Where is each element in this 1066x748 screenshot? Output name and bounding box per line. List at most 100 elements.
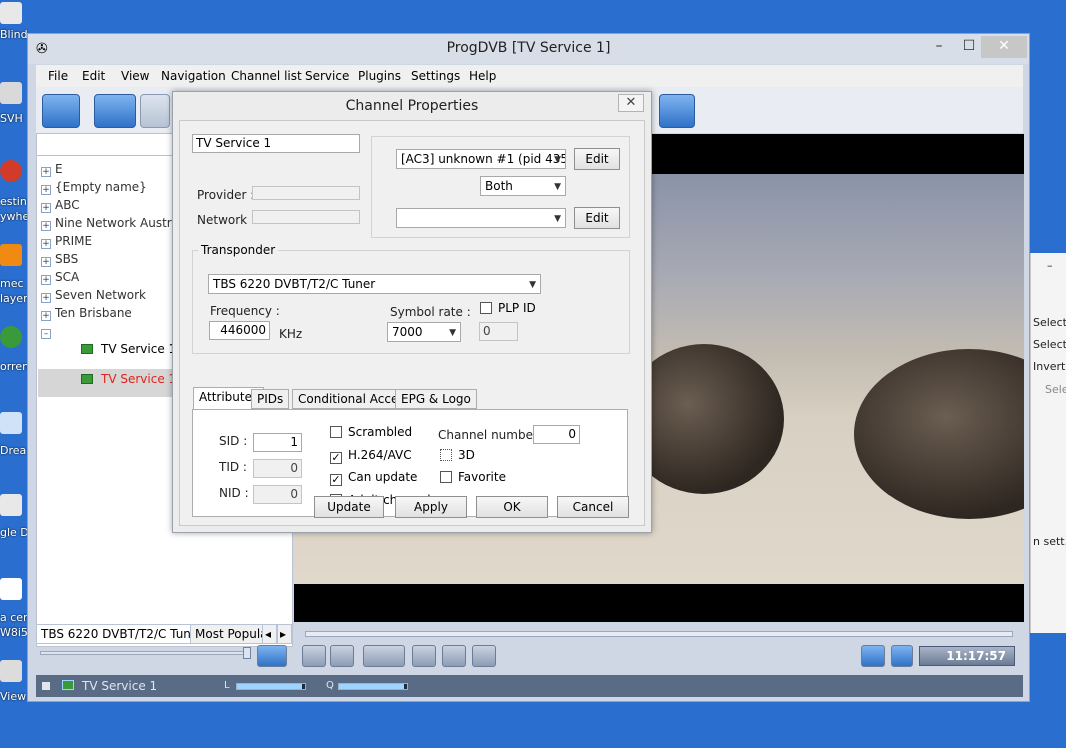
checkmark-icon[interactable]: ✓ <box>330 474 342 486</box>
forward-arrow-button[interactable] <box>140 94 170 128</box>
subtitle-edit-button[interactable]: Edit <box>574 207 620 229</box>
desktop-icon-blind[interactable]: Blind <box>0 2 28 41</box>
tab-scroll-left[interactable]: ◂ <box>262 624 277 644</box>
rewind-button[interactable] <box>330 645 354 667</box>
can-update-checkbox[interactable]: ✓ Can update <box>330 470 417 486</box>
desktop-icon-torrent[interactable]: orren <box>0 326 29 373</box>
expand-icon[interactable]: + <box>41 203 51 213</box>
channel-number-input[interactable]: 0 <box>533 425 580 444</box>
channel-name-input[interactable]: TV Service 1 <box>192 134 360 153</box>
desktop-icon-google[interactable]: gle D <box>0 494 29 539</box>
minimize-button[interactable]: – <box>1047 259 1053 272</box>
favorite-checkbox[interactable]: Favorite <box>440 470 506 484</box>
menu-view[interactable]: View <box>121 69 149 83</box>
desktop-icon-dream[interactable]: Drea <box>0 412 28 457</box>
side-menu-item[interactable]: Select a <box>1033 316 1066 329</box>
checkbox-box[interactable] <box>440 471 452 483</box>
menu-settings[interactable]: Settings <box>411 69 460 83</box>
expand-icon[interactable]: + <box>41 293 51 303</box>
timeshift-button[interactable] <box>891 645 913 667</box>
skip-end-button[interactable] <box>472 645 496 667</box>
desktop-icon-vlc[interactable]: mec layer <box>0 244 28 305</box>
seek-bar[interactable] <box>305 631 1013 637</box>
open-folder-button[interactable] <box>42 94 80 128</box>
maximize-button[interactable]: ☐ <box>956 36 982 58</box>
signal-button[interactable] <box>861 645 885 667</box>
dialog-close-button[interactable]: ✕ <box>618 94 644 112</box>
expand-icon[interactable]: + <box>41 221 51 231</box>
3d-checkbox[interactable]: 3D <box>440 448 475 462</box>
desktop-icon-cer[interactable]: a cer W8i5 <box>0 578 28 639</box>
menu-file[interactable]: File <box>48 69 68 83</box>
title-bar[interactable]: ✇ ProgDVB [TV Service 1] – ☐ ✕ <box>28 34 1029 64</box>
tab-tuner[interactable]: TBS 6220 DVBT/T2/C Tuner <box>36 624 209 644</box>
desktop-icon-svh[interactable]: SVH <box>0 82 28 125</box>
menu-channel-list[interactable]: Channel list <box>231 69 302 83</box>
sid-input[interactable]: 1 <box>253 433 302 452</box>
audio-edit-button[interactable]: Edit <box>574 148 620 170</box>
monitor-icon <box>0 412 22 434</box>
side-menu-item[interactable]: Sele <box>1045 383 1066 396</box>
tree-group-ten[interactable]: + Ten Brisbane <box>41 306 132 324</box>
channel-item[interactable]: TV Service 1 <box>81 342 176 356</box>
tuner-select[interactable]: TBS 6220 DVBT/T2/C Tuner ▼ <box>208 274 541 294</box>
menu-service[interactable]: Service <box>305 69 349 83</box>
checkbox-box[interactable] <box>480 302 492 314</box>
menu-plugins[interactable]: Plugins <box>358 69 401 83</box>
audio-channels-select[interactable]: Both ▼ <box>480 176 566 196</box>
back-arrow-button[interactable] <box>94 94 136 128</box>
side-menu-item[interactable]: Select <box>1033 338 1066 351</box>
settings-gear-button[interactable] <box>659 94 695 128</box>
stop-button[interactable] <box>412 645 436 667</box>
apply-button[interactable]: Apply <box>395 496 467 518</box>
minimize-button[interactable]: – <box>926 36 952 58</box>
expand-icon[interactable]: + <box>41 167 51 177</box>
tree-group-empty[interactable]: + {Empty name} <box>41 180 147 198</box>
frequency-input[interactable]: 446000 <box>209 321 270 340</box>
checkmark-icon[interactable]: ✓ <box>330 452 342 464</box>
tab-epg-logo[interactable]: EPG & Logo <box>395 389 477 409</box>
side-menu-item[interactable]: Invert s <box>1033 360 1066 373</box>
checkbox-box[interactable] <box>440 449 452 461</box>
chevron-down-icon: ▼ <box>554 155 561 165</box>
ok-button[interactable]: OK <box>476 496 548 518</box>
menu-navigation[interactable]: Navigation <box>161 69 226 83</box>
volume-mute-button[interactable] <box>257 645 287 667</box>
audio-track-select[interactable]: [AC3] unknown #1 (pid 4352) ▼ <box>396 149 566 169</box>
cancel-button[interactable]: Cancel <box>557 496 629 518</box>
update-button[interactable]: Update <box>314 496 384 518</box>
menu-help[interactable]: Help <box>469 69 496 83</box>
tree-group-sbs[interactable]: + SBS <box>41 252 78 270</box>
expand-icon[interactable]: + <box>41 311 51 321</box>
expand-icon[interactable]: + <box>41 275 51 285</box>
expand-icon[interactable]: + <box>41 239 51 249</box>
tree-group-abc[interactable]: + ABC <box>41 198 80 216</box>
menu-edit[interactable]: Edit <box>82 69 105 83</box>
tree-group-nine[interactable]: + Nine Network Australia <box>41 216 193 234</box>
tree-group-expanded[interactable]: – <box>41 324 55 342</box>
volume-slider-thumb[interactable] <box>243 647 251 659</box>
desktop-icon-testing[interactable]: esting ywhe <box>0 160 34 223</box>
side-menu-item[interactable]: n sett... <box>1033 535 1066 548</box>
h264-checkbox[interactable]: ✓ H.264/AVC <box>330 448 412 464</box>
tree-group-e[interactable]: + E <box>41 162 63 180</box>
collapse-icon[interactable]: – <box>41 329 51 339</box>
checkbox-box[interactable] <box>330 426 342 438</box>
tab-pids[interactable]: PIDs <box>251 389 290 409</box>
tree-group-seven[interactable]: + Seven Network <box>41 288 146 306</box>
close-button[interactable]: ✕ <box>981 36 1027 58</box>
desktop-icon-view[interactable]: View <box>0 660 28 703</box>
volume-slider[interactable] <box>40 651 248 655</box>
fast-forward-button[interactable] <box>442 645 466 667</box>
tab-scroll-right[interactable]: ▸ <box>277 624 292 644</box>
scrambled-checkbox[interactable]: Scrambled <box>330 425 412 439</box>
play-button[interactable] <box>363 645 405 667</box>
expand-icon[interactable]: + <box>41 257 51 267</box>
subtitle-select[interactable]: ▼ <box>396 208 566 228</box>
skip-start-button[interactable] <box>302 645 326 667</box>
symbol-rate-select[interactable]: 7000 ▼ <box>387 322 461 342</box>
tree-group-sca[interactable]: + SCA <box>41 270 79 288</box>
tree-group-prime[interactable]: + PRIME <box>41 234 92 252</box>
plp-id-checkbox[interactable]: PLP ID <box>480 301 536 315</box>
expand-icon[interactable]: + <box>41 185 51 195</box>
